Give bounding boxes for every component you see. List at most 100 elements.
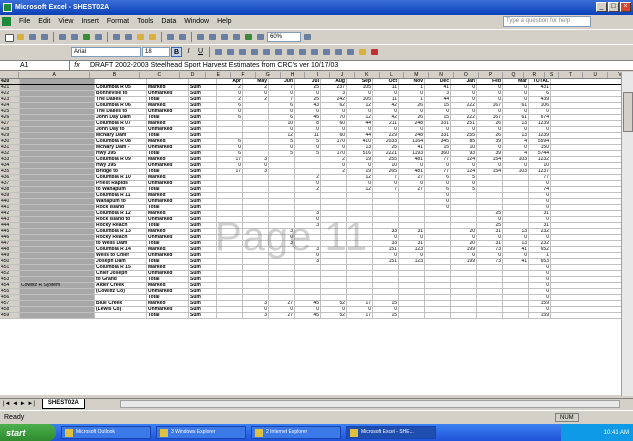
sort-ascending-icon[interactable] bbox=[219, 32, 230, 42]
table-cell[interactable]: 3 bbox=[243, 169, 269, 174]
table-cell[interactable]: 0 bbox=[477, 91, 503, 96]
table-cell[interactable] bbox=[399, 217, 425, 222]
table-cell[interactable] bbox=[295, 193, 321, 198]
table-cell[interactable] bbox=[503, 307, 529, 312]
table-cell[interactable]: Total bbox=[147, 169, 189, 174]
table-cell[interactable] bbox=[503, 313, 529, 318]
table-cell[interactable]: 25 bbox=[295, 97, 321, 102]
table-cell[interactable] bbox=[503, 295, 529, 300]
table-cell[interactable] bbox=[425, 241, 451, 246]
row-number[interactable]: 429 bbox=[0, 133, 20, 138]
row-number[interactable]: 430 bbox=[0, 139, 20, 144]
table-cell[interactable]: 27 bbox=[269, 313, 295, 318]
paste-icon[interactable] bbox=[135, 32, 146, 42]
table-cell[interactable] bbox=[295, 169, 321, 174]
table-cell[interactable] bbox=[425, 253, 451, 258]
table-cell[interactable]: 105 bbox=[347, 85, 373, 90]
row-number[interactable]: 422 bbox=[0, 91, 20, 96]
table-cell[interactable]: 17 bbox=[217, 157, 243, 162]
table-cell[interactable] bbox=[20, 307, 95, 312]
table-cell[interactable]: (Cowlitz Co) bbox=[95, 289, 147, 294]
table-cell[interactable] bbox=[20, 265, 95, 270]
table-cell[interactable]: 12 bbox=[269, 133, 295, 138]
table-cell[interactable]: 4 bbox=[503, 151, 529, 156]
table-cell[interactable]: 0 bbox=[503, 145, 529, 150]
table-cell[interactable] bbox=[269, 193, 295, 198]
table-cell[interactable]: Jul bbox=[295, 79, 321, 84]
menu-view[interactable]: View bbox=[54, 18, 77, 25]
table-cell[interactable] bbox=[95, 295, 147, 300]
sheet-tab-shest02a[interactable]: SHEST02A bbox=[41, 399, 85, 409]
table-cell[interactable]: Cowlitz R System bbox=[20, 283, 95, 288]
table-cell[interactable] bbox=[347, 289, 373, 294]
table-cell[interactable]: 0 bbox=[451, 97, 477, 102]
table-cell[interactable]: Sum bbox=[189, 97, 217, 102]
table-cell[interactable] bbox=[243, 271, 269, 276]
table-cell[interactable]: 15 bbox=[425, 115, 451, 120]
table-cell[interactable] bbox=[373, 217, 399, 222]
table-cell[interactable]: May bbox=[243, 79, 269, 84]
table-cell[interactable]: 151 bbox=[373, 247, 399, 252]
table-cell[interactable]: 6 bbox=[425, 187, 451, 192]
table-cell[interactable] bbox=[243, 103, 269, 108]
decrease-indent-icon[interactable] bbox=[321, 47, 332, 57]
table-cell[interactable]: 1237 bbox=[529, 169, 551, 174]
table-cell[interactable]: 124 bbox=[451, 157, 477, 162]
undo-icon[interactable] bbox=[165, 32, 176, 42]
table-cell[interactable]: 150 bbox=[529, 145, 551, 150]
table-cell[interactable] bbox=[269, 175, 295, 180]
table-cell[interactable] bbox=[295, 199, 321, 204]
table-cell[interactable]: (Lewis Co) bbox=[95, 307, 147, 312]
align-left-icon[interactable] bbox=[213, 47, 224, 57]
table-cell[interactable] bbox=[20, 247, 95, 252]
table-cell[interactable] bbox=[20, 139, 95, 144]
table-cell[interactable]: 25 bbox=[477, 211, 503, 216]
borders-icon[interactable] bbox=[345, 47, 356, 57]
table-cell[interactable] bbox=[243, 139, 269, 144]
table-cell[interactable] bbox=[373, 283, 399, 288]
table-cell[interactable]: 13 bbox=[347, 145, 373, 150]
table-cell[interactable] bbox=[20, 229, 95, 234]
table-cell[interactable]: 170 bbox=[321, 151, 347, 156]
table-cell[interactable] bbox=[477, 193, 503, 198]
table-cell[interactable]: Marked bbox=[147, 175, 189, 180]
row-number[interactable]: 434 bbox=[0, 163, 20, 168]
table-cell[interactable] bbox=[503, 271, 529, 276]
table-cell[interactable] bbox=[477, 307, 503, 312]
table-cell[interactable]: 1 bbox=[529, 253, 551, 258]
table-cell[interactable]: 0 bbox=[217, 163, 243, 168]
table-cell[interactable]: Aug bbox=[321, 79, 347, 84]
name-box[interactable]: A1 bbox=[0, 60, 70, 71]
table-cell[interactable]: 2 bbox=[321, 169, 347, 174]
table-cell[interactable]: Sum bbox=[189, 193, 217, 198]
table-cell[interactable]: 62 bbox=[321, 103, 347, 108]
table-cell[interactable] bbox=[20, 301, 95, 306]
underline-button[interactable]: U bbox=[195, 47, 206, 57]
table-cell[interactable] bbox=[321, 271, 347, 276]
table-cell[interactable] bbox=[425, 307, 451, 312]
table-cell[interactable]: 1232 bbox=[529, 157, 551, 162]
table-cell[interactable]: 0 bbox=[347, 181, 373, 186]
table-cell[interactable]: Marked bbox=[147, 283, 189, 288]
row-number[interactable]: 442 bbox=[0, 211, 20, 216]
table-cell[interactable] bbox=[20, 175, 95, 180]
menu-file[interactable]: File bbox=[15, 18, 34, 25]
table-cell[interactable]: 4 bbox=[503, 139, 529, 144]
table-cell[interactable]: 0 bbox=[399, 109, 425, 114]
column-header[interactable]: F bbox=[231, 72, 256, 78]
table-cell[interactable]: Sum bbox=[189, 217, 217, 222]
table-cell[interactable]: 12 bbox=[347, 187, 373, 192]
table-cell[interactable]: Unmarked bbox=[147, 289, 189, 294]
table-cell[interactable]: 0 bbox=[269, 127, 295, 132]
table-cell[interactable] bbox=[451, 289, 477, 294]
minimize-button[interactable]: _ bbox=[596, 2, 607, 12]
table-cell[interactable]: 0 bbox=[451, 163, 477, 168]
table-cell[interactable] bbox=[20, 103, 95, 108]
table-cell[interactable] bbox=[347, 265, 373, 270]
table-cell[interactable]: 5 bbox=[269, 139, 295, 144]
table-cell[interactable]: 1239 bbox=[529, 121, 551, 126]
table-cell[interactable]: 229 bbox=[373, 133, 399, 138]
table-cell[interactable] bbox=[503, 175, 529, 180]
row-number[interactable]: 440 bbox=[0, 199, 20, 204]
row-number[interactable]: 447 bbox=[0, 241, 20, 246]
